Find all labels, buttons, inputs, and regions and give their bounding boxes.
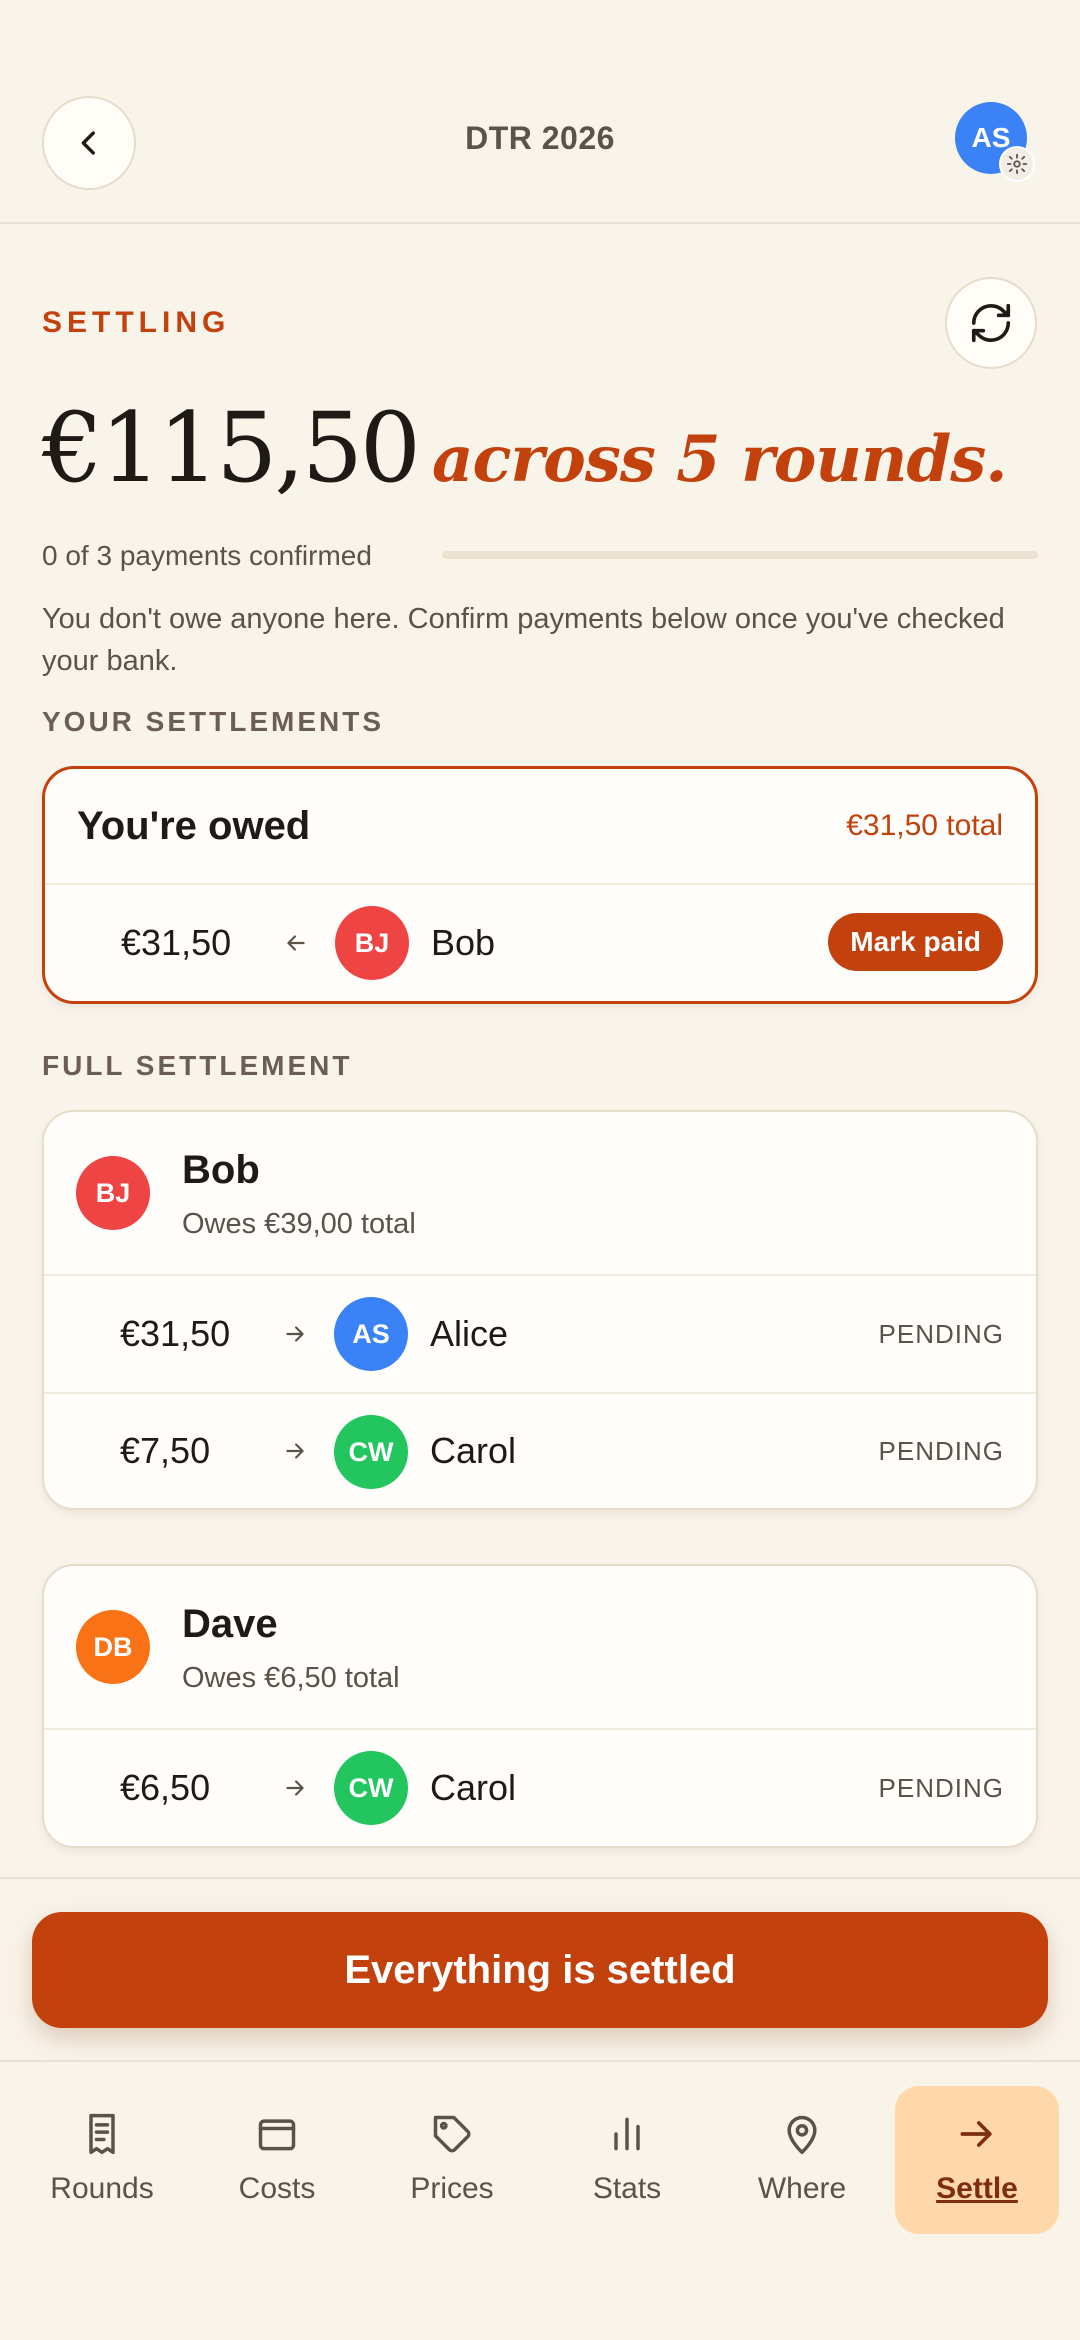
avatar: AS bbox=[334, 1297, 408, 1371]
everything-settled-button[interactable]: Everything is settled bbox=[32, 1912, 1048, 2028]
rounds-summary: across 5 rounds. bbox=[431, 422, 1008, 497]
wallet-icon bbox=[258, 2119, 296, 2151]
payment-row: €6,50 CW Carol PENDING bbox=[44, 1730, 1036, 1846]
youre-owed-header: You're owed €31,50 total bbox=[45, 769, 1035, 885]
status-badge: PENDING bbox=[878, 1772, 1004, 1803]
refresh-button[interactable] bbox=[945, 277, 1037, 369]
debtor-header: BJ Bob Owes €39,00 total bbox=[44, 1112, 1036, 1276]
payment-amount: €31,50 bbox=[120, 1313, 231, 1354]
divider bbox=[0, 1877, 1080, 1879]
status-badge: PENDING bbox=[878, 1318, 1004, 1349]
your-settlements-label: YOUR SETTLEMENTS bbox=[42, 706, 385, 737]
arrow-right-icon bbox=[282, 1730, 308, 1846]
receipt-icon bbox=[89, 2113, 115, 2155]
avatar: BJ bbox=[76, 1156, 150, 1230]
nav-label: Where bbox=[757, 2172, 847, 2205]
payee-name: Alice bbox=[430, 1313, 509, 1354]
payment-amount: €7,50 bbox=[120, 1430, 211, 1471]
payee-name: Carol bbox=[430, 1430, 517, 1471]
bar-chart-icon bbox=[614, 2117, 640, 2151]
avatar: CW bbox=[334, 1751, 408, 1825]
status-eyebrow: SETTLING bbox=[42, 306, 231, 339]
nav-label: Stats bbox=[592, 2172, 662, 2205]
arrow-right-icon bbox=[282, 1276, 308, 1392]
map-pin-icon bbox=[787, 2115, 817, 2155]
nav-label: Rounds bbox=[50, 2172, 154, 2205]
progress-label: 0 of 3 payments confirmed bbox=[42, 540, 372, 571]
nav-label: Settle bbox=[936, 2172, 1018, 2205]
owed-row: €31,50 BJ Bob Mark paid bbox=[45, 885, 1035, 1001]
tag-icon bbox=[433, 2115, 471, 2153]
nav-item-where[interactable]: Where bbox=[720, 2086, 884, 2234]
progress-bar bbox=[442, 551, 1038, 559]
payment-row: €31,50 AS Alice PENDING bbox=[44, 1276, 1036, 1392]
arrow-right-icon bbox=[960, 2121, 992, 2147]
avatar: BJ bbox=[335, 906, 409, 980]
settlement-headline: €115,50 across 5 rounds. bbox=[42, 392, 1008, 504]
gear-icon[interactable] bbox=[999, 146, 1035, 182]
payment-amount: €6,50 bbox=[120, 1767, 211, 1808]
youre-owed-total: €31,50 total bbox=[846, 809, 1003, 842]
nav-label: Costs bbox=[238, 2172, 316, 2205]
status-badge: PENDING bbox=[878, 1435, 1004, 1466]
debtor-owes: Owes €39,00 total bbox=[182, 1208, 416, 1240]
nav-label: Prices bbox=[410, 2172, 494, 2205]
youre-owed-card: You're owed €31,50 total €31,50 BJ Bob M… bbox=[42, 766, 1038, 1004]
payee-name: Carol bbox=[430, 1767, 517, 1808]
debtor-owes: Owes €6,50 total bbox=[182, 1662, 400, 1694]
payment-row: €7,50 CW Carol PENDING bbox=[44, 1392, 1036, 1508]
bottom-nav: Rounds Costs Prices Stats Where Settle bbox=[0, 2060, 1080, 2340]
debtor-card-bob: BJ Bob Owes €39,00 total €31,50 AS Alice… bbox=[42, 1110, 1038, 1510]
refresh-icon bbox=[971, 303, 1011, 343]
nav-item-costs[interactable]: Costs bbox=[195, 2086, 359, 2234]
youre-owed-title: You're owed bbox=[77, 803, 311, 848]
avatar: DB bbox=[76, 1610, 150, 1684]
debtor-header: DB Dave Owes €6,50 total bbox=[44, 1566, 1036, 1730]
arrow-left-icon bbox=[283, 885, 309, 1001]
total-amount: €115,50 bbox=[42, 392, 421, 504]
debtor-name: Bob bbox=[182, 1148, 260, 1192]
top-bar: DTR 2026 AS bbox=[0, 0, 1080, 224]
settle-screen: DTR 2026 AS SETTLING €115,50 across 5 rou… bbox=[0, 0, 1080, 2340]
payer-name: Bob bbox=[431, 922, 496, 963]
settlement-note: You don't owe anyone here. Confirm payme… bbox=[42, 603, 1005, 677]
nav-item-rounds[interactable]: Rounds bbox=[20, 2086, 184, 2234]
nav-item-settle[interactable]: Settle bbox=[895, 2086, 1059, 2234]
arrow-right-icon bbox=[282, 1394, 308, 1508]
payment-amount: €31,50 bbox=[121, 922, 232, 963]
nav-item-prices[interactable]: Prices bbox=[370, 2086, 534, 2234]
debtor-name: Dave bbox=[182, 1602, 278, 1646]
debtor-card-dave: DB Dave Owes €6,50 total €6,50 CW Carol … bbox=[42, 1564, 1038, 1848]
nav-item-stats[interactable]: Stats bbox=[545, 2086, 709, 2234]
avatar: CW bbox=[334, 1415, 408, 1489]
full-settlement-label: FULL SETTLEMENT bbox=[42, 1050, 353, 1081]
page-title: DTR 2026 bbox=[465, 120, 615, 156]
mark-paid-button[interactable]: Mark paid bbox=[828, 913, 1003, 971]
